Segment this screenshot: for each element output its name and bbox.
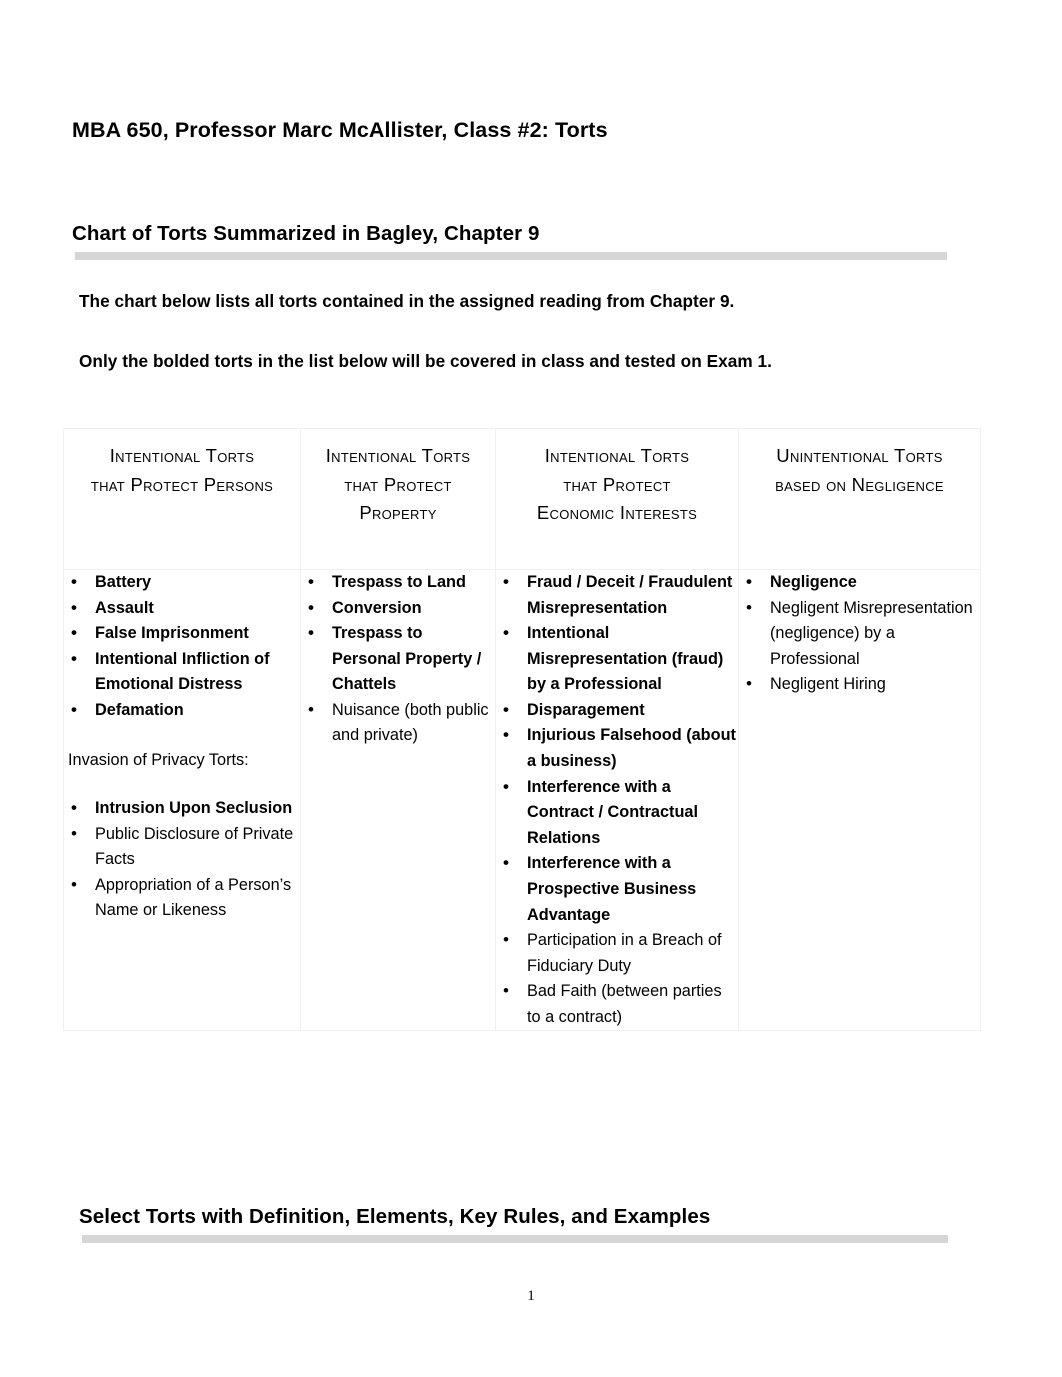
tort-list-item: Defamation: [64, 697, 300, 724]
table-cell-property: Trespass to LandConversionTrespass to Pe…: [300, 568, 496, 1032]
header-text-economic: Intentional Torts that Protect Economic In…: [496, 429, 738, 528]
tort-list-item: Appropriation of a Person’s Name or Like…: [64, 872, 300, 924]
heading-rule: [75, 251, 947, 260]
tort-list-item: Intentional Infliction of Emotional Dist…: [64, 646, 300, 698]
intro-line-1: The chart below lists all torts containe…: [79, 291, 735, 311]
chart-heading: Chart of Torts Summarized in Bagley, Cha…: [72, 222, 540, 245]
document-page: MBA 650, Professor Marc McAllister, Clas…: [0, 0, 1062, 1377]
chart-heading-block: Chart of Torts Summarized in Bagley, Cha…: [72, 222, 947, 260]
table-cell-persons: BatteryAssaultFalse ImprisonmentIntentio…: [63, 568, 301, 1032]
tort-list-item: Assault: [64, 595, 300, 622]
tort-list-item: False Imprisonment: [64, 620, 300, 647]
header-line: Property: [359, 502, 437, 524]
tort-list-item: Nuisance (both public and private): [301, 697, 495, 749]
document-title: MBA 650, Professor Marc McAllister, Clas…: [72, 118, 608, 142]
tort-list-item: Interference with a Contract / Contractu…: [496, 774, 738, 852]
table-cell-economic: Fraud / Deceit / Fraudulent Misrepresent…: [495, 569, 739, 1032]
tort-list-item: Participation in a Breach of Fiduciary D…: [496, 927, 738, 979]
tort-list-item: Fraud / Deceit / Fraudulent Misrepresent…: [496, 569, 738, 621]
header-line: Unintentional Torts: [776, 445, 943, 466]
table-body-row: BatteryAssaultFalse ImprisonmentIntentio…: [63, 568, 981, 1032]
table-cell-negligence: NegligenceNegligent Misrepresentation (n…: [738, 568, 981, 1032]
table-header-cell-negligence: Unintentional Torts based on Negligence: [738, 428, 981, 570]
heading-rule: [82, 1234, 948, 1243]
tort-list-property: Trespass to LandConversionTrespass to Pe…: [301, 569, 495, 749]
select-torts-heading: Select Torts with Definition, Elements, …: [79, 1205, 711, 1228]
table-header-cell-property: Intentional Torts that Protect Property: [300, 428, 496, 570]
invasion-of-privacy-subhead: Invasion of Privacy Torts:: [68, 751, 249, 770]
tort-list-item: Trespass to Land: [301, 569, 495, 596]
tort-list-item: Negligent Misrepresentation (negligence)…: [739, 595, 980, 673]
tort-list-economic: Fraud / Deceit / Fraudulent Misrepresent…: [496, 569, 738, 1030]
header-line: Intentional Torts: [544, 445, 690, 466]
tort-list-item: Interference with a Prospective Business…: [496, 850, 738, 928]
select-torts-heading-block: Select Torts with Definition, Elements, …: [79, 1205, 948, 1243]
torts-table: Intentional Torts that Protect Persons In…: [63, 428, 981, 1032]
header-text-negligence: Unintentional Torts based on Negligence: [739, 429, 980, 499]
tort-list-item: Public Disclosure of Private Facts: [64, 821, 300, 873]
header-text-property: Intentional Torts that Protect Property: [301, 429, 495, 528]
tort-list-item: Trespass to Personal Property / Chattels: [301, 620, 495, 698]
header-line: Intentional Torts: [109, 445, 255, 466]
tort-list-item: Negligent Hiring: [739, 671, 980, 698]
header-text-persons: Intentional Torts that Protect Persons: [64, 429, 300, 499]
tort-list-item: Intentional Misrepresentation (fraud) by…: [496, 620, 738, 698]
tort-list-item: Injurious Falsehood (about a business): [496, 722, 738, 774]
tort-list-item: Battery: [64, 569, 300, 596]
header-line: based on Negligence: [775, 473, 944, 495]
tort-list-item: Bad Faith (between parties to a contract…: [496, 978, 738, 1030]
page-number: 1: [527, 1288, 535, 1304]
header-line: Intentional Torts: [325, 445, 471, 466]
header-line: Economic Interests: [536, 502, 698, 524]
tort-list-item: Conversion: [301, 595, 495, 622]
tort-list-item: Disparagement: [496, 697, 738, 724]
table-header-cell-economic: Intentional Torts that Protect Economic In…: [495, 428, 739, 570]
header-line: that Protect: [563, 473, 671, 495]
table-header-row: Intentional Torts that Protect Persons In…: [63, 428, 981, 570]
tort-list-persons: BatteryAssaultFalse ImprisonmentIntentio…: [64, 569, 300, 724]
tort-list-item: Negligence: [739, 569, 980, 596]
header-line: that Protect Persons: [90, 473, 274, 495]
tort-list-item: Intrusion Upon Seclusion: [64, 795, 300, 822]
tort-list-negligence: NegligenceNegligent Misrepresentation (n…: [739, 569, 980, 698]
table-header-cell-persons: Intentional Torts that Protect Persons: [63, 428, 301, 570]
tort-list-privacy: Intrusion Upon SeclusionPublic Disclosur…: [64, 795, 300, 924]
intro-line-2: Only the bolded torts in the list below …: [79, 351, 772, 371]
header-line: that Protect: [344, 473, 452, 495]
